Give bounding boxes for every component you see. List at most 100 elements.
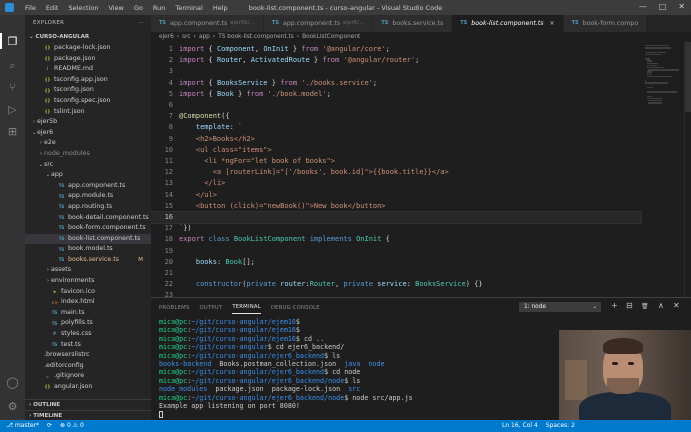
trash-icon[interactable]: 🗑 [641,303,649,310]
menu-item-edit[interactable]: Edit [41,4,64,12]
editor-tab[interactable]: TS app.component.ts ejer6/... [263,15,374,32]
terminal-prompt-user: mica@pc [159,376,188,385]
sync-icon[interactable]: ⟳ [47,420,52,432]
indentation-indicator[interactable]: Spaces: 2 [546,420,575,432]
line-content: export class BookListComponent implement… [179,235,390,244]
code-line: 19 [151,246,641,257]
tree-item[interactable]: TS app.module.ts [25,191,151,202]
panel-tab-terminal[interactable]: TERMINAL [232,299,261,314]
close-window-icon[interactable]: ✕ [678,2,685,11]
tree-item[interactable]: TS books.service.ts M [25,255,151,266]
tree-item[interactable]: TS app.component.ts [25,181,151,192]
tree-item[interactable]: TS book-detail.component.ts [25,213,151,224]
tree-item[interactable]: › ejer5b [25,117,151,128]
tree-item[interactable]: ⌄ app [25,170,151,181]
code-editor[interactable]: 1 import { Component, OnInit } from '@ang… [151,42,691,297]
line-number: 16 [164,213,173,221]
tree-item[interactable]: TS book-list.component.ts [25,233,151,245]
panel-tab-output[interactable]: OUTPUT [200,300,223,314]
breadcrumb-item[interactable]: ejer6 [159,34,174,40]
tree-item[interactable]: › environments [25,276,151,287]
editor-tab[interactable]: TS app.component.ts ejer5b/... [151,15,264,32]
tree-item[interactable]: TS polyfills.ts [25,318,151,329]
terminal-output[interactable]: mica@pc:~/git/curso-angular/ejem16$ mica@… [159,318,529,419]
menu-item-view[interactable]: View [103,4,128,12]
search-icon[interactable]: ⌕ [6,59,19,72]
line-number: 4 [168,78,173,87]
tree-item[interactable]: TS book-form.component.ts [25,223,151,234]
tree-item[interactable]: <> index.html [25,297,151,308]
line-number: 17 [164,224,173,233]
minimize-icon[interactable]: — [639,2,647,11]
panel-tab-debug-console[interactable]: DEBUG CONSOLE [271,300,320,314]
menu-item-file[interactable]: File [20,4,41,12]
editor-tab[interactable]: TS book-form.compo [563,15,648,32]
tree-item[interactable]: TS book.model.ts [25,244,151,255]
breadcrumb-item[interactable]: BookListComponent [302,34,360,40]
code-line: 18 export class BookListComponent impleme… [151,234,641,245]
extensions-icon[interactable]: ⊞ [6,125,19,138]
new-terminal-icon[interactable]: + [611,301,618,310]
tree-item[interactable]: {} tsconfig.spec.json [25,96,151,107]
workspace-root[interactable]: ⌄ CURSO-ANGULAR [25,32,151,43]
menu-item-terminal[interactable]: Terminal [170,4,207,12]
tree-item[interactable]: # styles.css [25,329,151,340]
breadcrumb-item[interactable]: app [199,34,210,40]
cursor-position[interactable]: Ln 16, Col 4 [502,420,538,432]
run-debug-icon[interactable]: ▷ [6,103,19,116]
tree-item[interactable]: › node_modules [25,149,151,160]
menu-item-run[interactable]: Run [148,4,170,12]
tree-item[interactable]: ⌄ ejer6 [25,128,151,139]
editor-tab[interactable]: TS book-list.component.ts × [452,15,564,32]
tree-item[interactable]: TS main.ts [25,308,151,319]
close-tab-icon[interactable]: × [550,15,555,32]
tree-item[interactable]: {} tsconfig.app.json [25,75,151,86]
minimap[interactable] [643,42,683,297]
terminal-select[interactable]: 1: node ⌄ [519,302,601,312]
breadcrumb-item[interactable]: src [182,34,190,40]
explorer-sidebar: EXPLORER ··· ⌄ CURSO-ANGULAR {} package-l… [25,15,151,420]
tree-item[interactable]: {} package.json [25,54,151,65]
source-control-icon[interactable]: ⑂ [6,81,19,94]
tree-item[interactable]: {} package-lock.json [25,43,151,54]
code-line: 16 [151,210,642,225]
tree-item[interactable]: TS app.routing.ts [25,202,151,213]
menu-item-selection[interactable]: Selection [63,4,103,12]
tree-item[interactable]: ★ favicon.ico [25,287,151,298]
line-number: 19 [164,246,173,255]
tree-item[interactable]: {} tslint.json [25,107,151,118]
tree-item[interactable]: i README.md [25,64,151,75]
menu-item-go[interactable]: Go [129,4,148,12]
tree-item[interactable]: .browserslistrc [25,350,151,361]
settings-gear-icon[interactable]: ⚙ [6,400,19,413]
tree-item[interactable]: {} angular.json [25,382,151,393]
line-content: <li *ngFor="let book of books"> [204,157,335,165]
tree-item[interactable]: ⌄ src [25,160,151,171]
problems-indicator[interactable]: ⊗ 0 ⚠ 0 [60,420,84,432]
title-bar: File Edit Selection View Go Run Terminal Help b… [0,0,691,15]
terminal-prompt-path: ~/git/curso-angular [191,343,268,352]
split-terminal-icon[interactable]: ⊟ [626,301,633,310]
tree-item[interactable]: › e2e [25,138,151,149]
editor-scrollbar-thumb[interactable] [685,42,691,112]
minimap-line [648,102,662,104]
tree-item[interactable]: TS test.ts [25,340,151,351]
timeline-section[interactable]: › TIMELINE [25,410,151,420]
menu-item-help[interactable]: Help [208,4,233,12]
close-panel-icon[interactable]: ✕ [673,301,680,310]
tree-item[interactable]: .editorconfig [25,361,151,372]
maximize-panel-icon[interactable]: ∧ [658,301,664,310]
tree-item[interactable]: {} tsconfig.json [25,85,151,96]
tree-item[interactable]: ◆ .gitignore [25,371,151,382]
breadcrumb-item[interactable]: TS book-list.component.ts [218,34,294,40]
more-actions-icon[interactable]: ··· [139,15,145,32]
account-icon[interactable]: ◯ [6,376,19,389]
outline-section[interactable]: › OUTLINE [25,399,151,409]
tree-item[interactable]: › assets [25,265,151,276]
branch-indicator[interactable]: ⎇ master* [6,420,39,432]
editor-tab[interactable]: TS books.service.ts [373,15,453,32]
maximize-icon[interactable]: □ [659,2,667,11]
tree-item-label: package.json [54,54,96,62]
panel-tab-problems[interactable]: PROBLEMS [159,300,190,314]
files-icon[interactable]: ❐ [6,35,19,48]
